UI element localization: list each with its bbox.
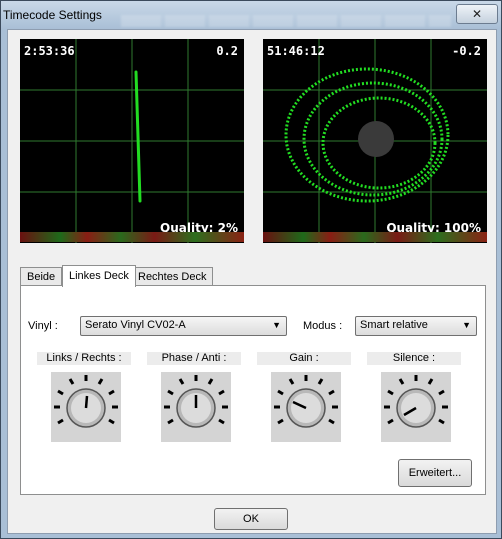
scope-center-dot: [358, 121, 394, 157]
vinyl-select-value: Serato Vinyl CV02-A: [85, 319, 186, 331]
knob-icon: [164, 375, 228, 428]
close-button[interactable]: ✕: [456, 4, 498, 24]
advanced-button[interactable]: Erweitert...: [398, 459, 472, 487]
scope-right-time: 51:46:12: [267, 44, 325, 58]
scope-right-deck: 51:46:12 -0.2 Quality: 100%: [263, 39, 487, 243]
background-tabs-blur: [121, 15, 451, 27]
scope-right-pitch: -0.2: [452, 44, 481, 58]
knob-label-silence: Silence :: [367, 352, 461, 365]
chevron-down-icon: ▼: [462, 320, 471, 330]
silence-knob[interactable]: [381, 372, 451, 442]
mode-label: Modus :: [303, 320, 343, 332]
tab-beide[interactable]: Beide: [20, 267, 63, 286]
timecode-settings-window: Timecode Settings ✕ 2:53:36 0.2 Quality:…: [0, 0, 502, 539]
phase-knob[interactable]: [161, 372, 231, 442]
balance-knob[interactable]: [51, 372, 121, 442]
knob-icon: [54, 375, 118, 428]
mode-select-value: Smart relative: [360, 319, 428, 331]
scope-left-graphic: [20, 39, 244, 243]
title-bar[interactable]: Timecode Settings ✕: [1, 1, 501, 29]
vinyl-label: Vinyl :: [28, 320, 58, 332]
signal-trace: [134, 70, 142, 203]
mode-select[interactable]: Smart relative ▼: [355, 316, 477, 336]
close-icon: ✕: [471, 7, 483, 21]
tab-rechtes-deck[interactable]: Rechtes Deck: [131, 267, 214, 286]
scope-left-time: 2:53:36: [24, 44, 75, 58]
scope-left-spectrum: [20, 232, 244, 242]
dialog-client-area: 2:53:36 0.2 Quality: 2% 51:46:12 -0.2 Qu…: [7, 29, 497, 534]
tab-panel-linkes-deck: Vinyl : Serato Vinyl CV02-A ▼ Modus : Sm…: [20, 285, 486, 495]
scope-left-pitch: 0.2: [216, 44, 238, 58]
scope-right-spectrum: [263, 232, 487, 242]
knob-icon: [274, 375, 338, 428]
vinyl-select[interactable]: Serato Vinyl CV02-A ▼: [80, 316, 287, 336]
chevron-down-icon: ▼: [272, 320, 281, 330]
scope-right-graphic: [263, 39, 487, 243]
ok-button[interactable]: OK: [214, 508, 288, 530]
knob-label-phase: Phase / Anti :: [147, 352, 241, 365]
scope-left-deck: 2:53:36 0.2 Quality: 2%: [20, 39, 244, 243]
window-title: Timecode Settings: [3, 8, 102, 22]
knob-label-gain: Gain :: [257, 352, 351, 365]
gain-knob[interactable]: [271, 372, 341, 442]
knob-icon: [384, 375, 448, 428]
knob-label-balance: Links / Rechts :: [37, 352, 131, 365]
tab-linkes-deck[interactable]: Linkes Deck: [62, 265, 136, 287]
